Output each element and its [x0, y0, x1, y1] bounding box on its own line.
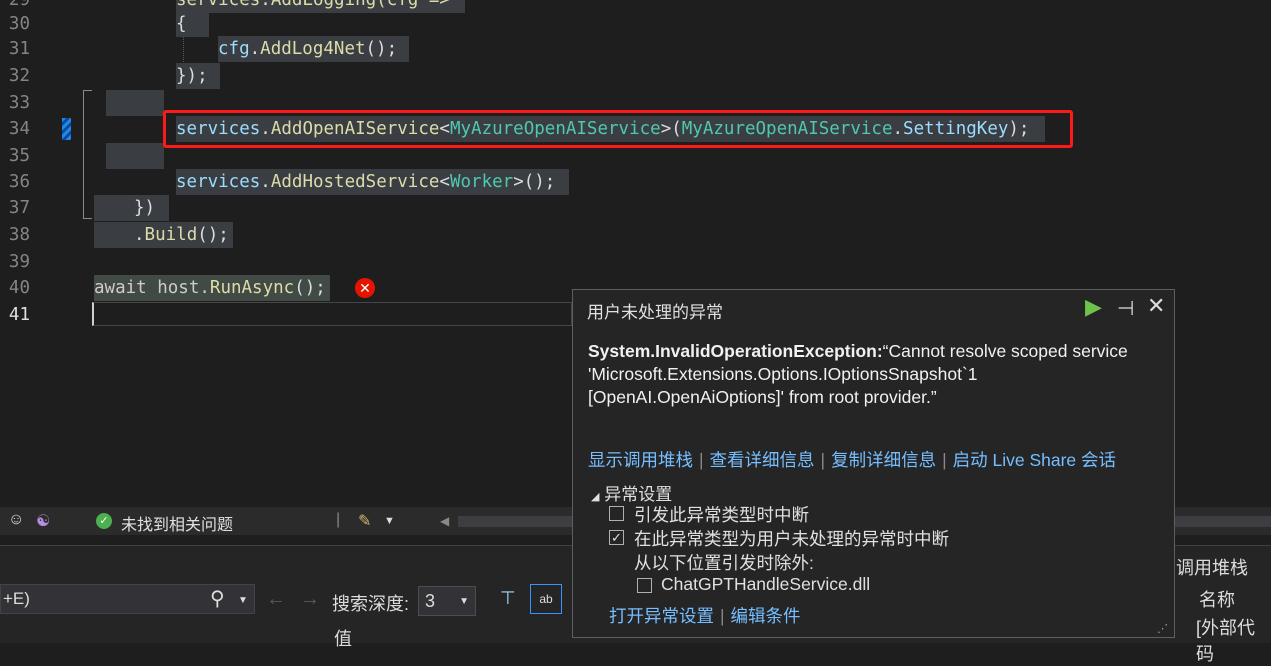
live-share-link[interactable]: 启动 Live Share 会话: [953, 450, 1116, 470]
code-line-38[interactable]: 38 .Build();: [0, 222, 1271, 248]
line-number: 40: [8, 278, 30, 298]
code-line-37[interactable]: 37 }): [0, 195, 1271, 221]
chevron-down-icon[interactable]: ▼: [384, 515, 395, 527]
intellicode-icon[interactable]: ☯: [36, 511, 50, 531]
search-depth-select[interactable]: 3 ▼: [418, 586, 476, 616]
line-content: {: [176, 11, 209, 37]
copy-details-link[interactable]: 复制详细信息: [831, 450, 936, 470]
collapse-triangle-icon[interactable]: ◢: [591, 491, 599, 503]
continue-play-icon[interactable]: ▶: [1085, 294, 1102, 320]
view-details-link[interactable]: 查看详细信息: [710, 450, 815, 470]
checkbox-label: 在此异常类型为用户未处理的异常时中断: [634, 529, 949, 549]
exception-type: System.InvalidOperationException:: [588, 341, 883, 361]
code-line-30[interactable]: 30 {: [0, 11, 1271, 37]
back-arrow-icon[interactable]: ←: [266, 588, 286, 611]
line-number: 30: [8, 14, 30, 34]
search-depth-value: 3: [425, 591, 436, 611]
chevron-down-icon[interactable]: ▼: [238, 595, 248, 606]
issues-status-text[interactable]: 未找到相关问题: [121, 511, 233, 535]
line-content: });: [176, 63, 220, 89]
line-number: 41: [8, 305, 30, 325]
resize-grip-icon[interactable]: ⋰: [1157, 622, 1168, 635]
line-number: 39: [8, 252, 30, 272]
popup-title: 用户未处理的异常: [587, 303, 723, 322]
line-content: services.AddHostedService<Worker>();: [176, 169, 570, 195]
checkbox-label: 引发此异常类型时中断: [634, 505, 809, 525]
format-toggle-icon[interactable]: ab: [530, 584, 562, 614]
call-stack-title[interactable]: 调用堆栈: [1176, 554, 1248, 580]
current-line-indicator: [92, 302, 572, 326]
code-line-39[interactable]: 39: [0, 249, 1271, 275]
line-content: [106, 90, 164, 116]
code-line-36[interactable]: 36 services.AddHostedService<Worker>();: [0, 169, 1271, 195]
exception-helper-popup: 用户未处理的异常 ▶ ⊣ ✕ System.InvalidOperationEx…: [572, 289, 1175, 638]
line-content: await host.RunAsync();: [94, 275, 330, 301]
line-number: 36: [8, 172, 30, 192]
except-module-checkbox[interactable]: [637, 578, 652, 593]
line-content: [106, 143, 164, 169]
search-input-value: +E): [3, 589, 30, 608]
show-call-stack-link[interactable]: 显示调用堆栈: [588, 450, 693, 470]
forward-arrow-icon[interactable]: →: [300, 588, 320, 611]
search-depth-label: 搜索深度:: [332, 594, 410, 614]
popup-bottom-links: 打开异常设置 | 编辑条件: [609, 603, 801, 628]
close-icon[interactable]: ✕: [1147, 293, 1165, 319]
brush-cleanup-icon[interactable]: ✎: [358, 511, 371, 531]
code-line-32[interactable]: 32 });: [0, 63, 1271, 89]
copilot-icon[interactable]: ☺: [8, 511, 24, 529]
line-number: 37: [8, 198, 30, 218]
value-column-header[interactable]: 值: [334, 625, 352, 651]
line-number: 35: [8, 146, 30, 166]
line-content: }): [94, 195, 170, 221]
highlight-annotation-box: [163, 110, 1073, 148]
exception-message: System.InvalidOperationException:“Cannot…: [588, 340, 1148, 409]
name-column-header[interactable]: 名称: [1199, 586, 1235, 612]
line-content: cfg.AddLog4Net();: [218, 36, 410, 62]
edit-conditions-link[interactable]: 编辑条件: [731, 606, 801, 626]
scroll-left-icon[interactable]: ◀: [440, 514, 449, 528]
line-number: 31: [8, 39, 30, 59]
except-from-label: 从以下位置引发时除外:: [634, 553, 814, 573]
line-number: 38: [8, 225, 30, 245]
break-when-thrown-checkbox[interactable]: [609, 506, 624, 521]
divider: |: [942, 450, 947, 470]
check-circle-icon: ✓: [96, 513, 112, 529]
line-number: 32: [8, 66, 30, 86]
line-number: 33: [8, 93, 30, 113]
divider: |: [336, 511, 341, 528]
popup-action-links: 显示调用堆栈 | 查看详细信息 | 复制详细信息 | 启动 Live Share 会话: [588, 447, 1116, 472]
line-content: .Build();: [94, 222, 233, 248]
change-marker: [62, 118, 71, 140]
search-icon[interactable]: ⚲: [210, 586, 225, 611]
break-user-unhandled-checkbox[interactable]: ✓: [609, 530, 624, 545]
call-stack-row[interactable]: [外部代码: [1196, 614, 1271, 666]
chevron-down-icon: ▼: [459, 596, 469, 607]
divider: |: [820, 450, 826, 470]
checkbox-label: ChatGPTHandleService.dll: [661, 574, 871, 594]
open-exception-settings-link[interactable]: 打开异常设置: [609, 606, 714, 626]
divider: |: [699, 450, 704, 470]
divider: |: [720, 606, 725, 626]
error-icon[interactable]: ✕: [355, 278, 375, 298]
line-number: 34: [8, 119, 30, 139]
pin-icon[interactable]: ⊣: [1117, 296, 1134, 321]
code-line-31[interactable]: 31 cfg.AddLog4Net();: [0, 36, 1271, 62]
pin-filter-icon[interactable]: ⊤: [500, 588, 516, 609]
